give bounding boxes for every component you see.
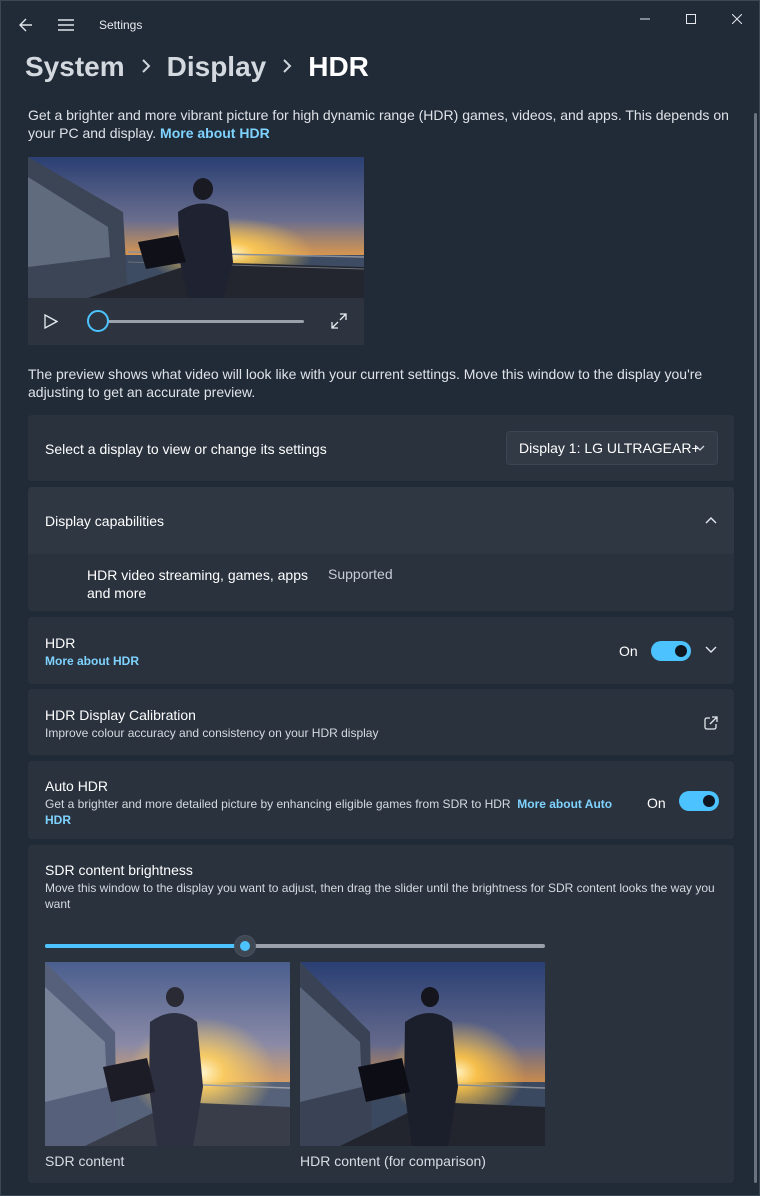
chevron-down-icon[interactable] (705, 646, 717, 654)
hdr-content-image (300, 962, 545, 1146)
hdr-video-preview (28, 157, 364, 345)
sdr-brightness-subtitle: Move this window to the display you want… (45, 881, 715, 911)
auto-hdr-subtitle: Get a brighter and more detailed picture… (45, 797, 511, 811)
fullscreen-icon[interactable] (331, 313, 347, 334)
display-capabilities-card: Display capabilities HDR video streaming… (28, 487, 734, 611)
hdr-title: HDR (45, 635, 76, 651)
capability-feature: HDR video streaming, games, apps and mor… (87, 567, 308, 601)
sdr-content-label: SDR content (45, 1153, 125, 1169)
toggle-knob (703, 795, 715, 807)
hdr-calibration-card[interactable]: HDR Display Calibration Improve colour a… (28, 689, 734, 755)
video-seek-bar[interactable] (88, 320, 304, 323)
capabilities-title: Display capabilities (45, 513, 165, 529)
title-bar: Settings (1, 1, 759, 45)
toggle-knob (675, 645, 687, 657)
hdr-state-label: On (619, 643, 638, 659)
display-dropdown[interactable]: Display 1: LG ULTRAGEAR+ (506, 431, 718, 465)
display-select-card: Select a display to view or change its s… (28, 415, 734, 481)
open-external-icon[interactable] (704, 716, 718, 730)
intro-text: Get a brighter and more vibrant picture … (28, 106, 733, 142)
auto-hdr-description: Get a brighter and more detailed picture… (45, 796, 630, 828)
hdr-toggle[interactable] (651, 641, 691, 661)
minimize-icon (640, 18, 650, 20)
play-icon[interactable] (44, 313, 59, 334)
breadcrumb: System Display HDR (25, 47, 369, 87)
capability-status: Supported (328, 566, 393, 582)
auto-hdr-toggle[interactable] (679, 791, 719, 811)
auto-hdr-state-label: On (647, 795, 666, 811)
preview-note: The preview shows what video will look l… (28, 366, 703, 400)
video-frame-image (28, 157, 364, 298)
hamburger-menu-icon[interactable] (52, 11, 80, 39)
vertical-scrollbar[interactable] (754, 113, 757, 1183)
maximize-icon (686, 14, 696, 24)
auto-hdr-title: Auto HDR (45, 778, 109, 794)
close-icon (732, 14, 742, 24)
sdr-brightness-slider[interactable] (45, 935, 545, 957)
capabilities-header[interactable]: Display capabilities (28, 487, 734, 554)
intro-description: Get a brighter and more vibrant picture … (28, 107, 729, 141)
more-about-hdr-link[interactable]: More about HDR (160, 125, 270, 141)
chevron-up-icon[interactable] (705, 516, 717, 524)
video-seek-thumb[interactable] (87, 310, 109, 332)
sdr-content-image (45, 962, 290, 1146)
display-dropdown-value: Display 1: LG ULTRAGEAR+ (519, 440, 700, 456)
chevron-right-icon (274, 56, 300, 79)
calibration-title: HDR Display Calibration (45, 707, 196, 723)
auto-hdr-card: Auto HDR Get a brighter and more detaile… (28, 761, 734, 839)
display-select-label: Select a display to view or change its s… (45, 441, 327, 457)
back-arrow-icon[interactable] (12, 11, 40, 39)
video-controls (28, 298, 364, 345)
sdr-brightness-title: SDR content brightness (45, 862, 193, 878)
minimize-button[interactable] (622, 5, 668, 33)
close-button[interactable] (714, 5, 759, 33)
calibration-subtitle: Improve colour accuracy and consistency … (45, 726, 379, 740)
maximize-button[interactable] (668, 5, 714, 33)
chevron-down-icon (695, 445, 705, 451)
settings-window: Settings System Display HDR Get a bright… (0, 0, 760, 1196)
slider-thumb[interactable] (234, 935, 256, 957)
breadcrumb-display[interactable]: Display (167, 51, 267, 83)
breadcrumb-hdr: HDR (308, 51, 369, 82)
slider-fill (45, 944, 245, 948)
chevron-right-icon (133, 56, 159, 79)
hdr-more-link[interactable]: More about HDR (45, 654, 139, 668)
hdr-content-label: HDR content (for comparison) (300, 1153, 486, 1169)
hdr-card: HDR More about HDR On (28, 617, 734, 684)
breadcrumb-system[interactable]: System (25, 51, 125, 83)
app-title: Settings (99, 18, 143, 32)
